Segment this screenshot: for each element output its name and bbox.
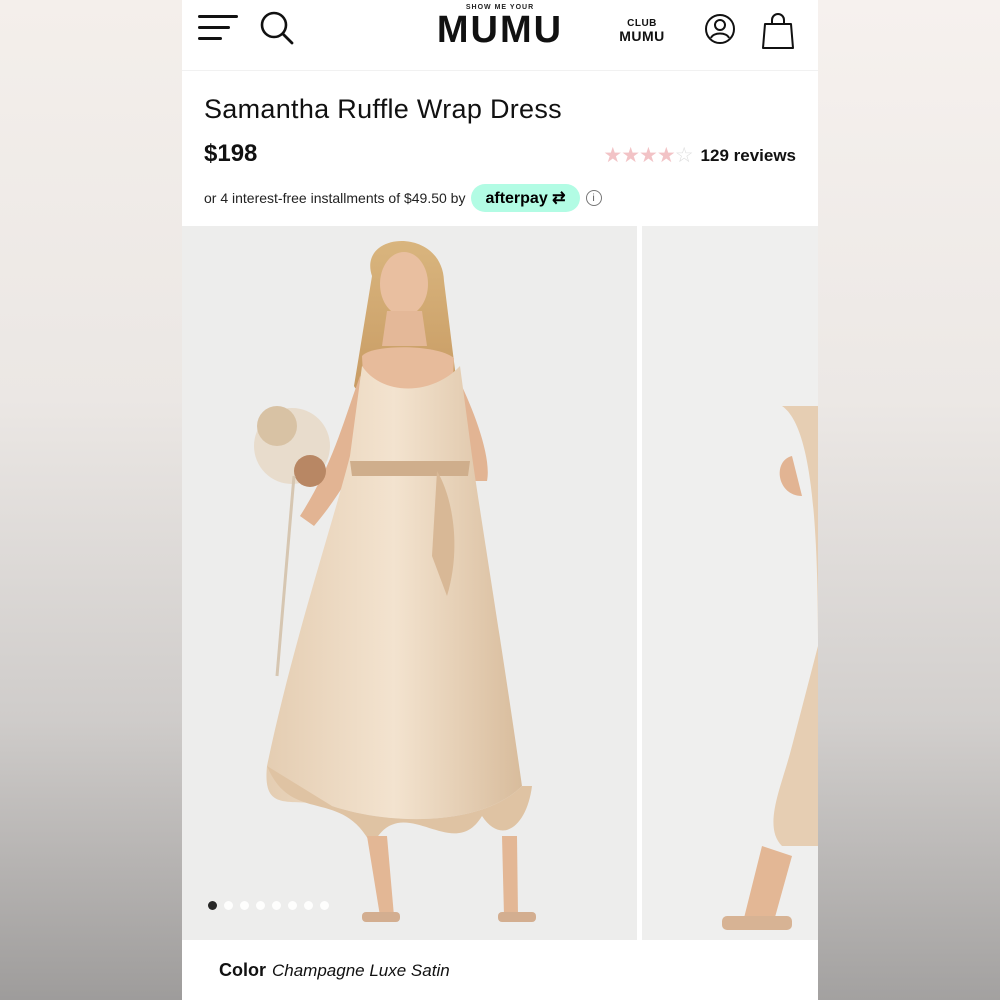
model-illustration <box>254 241 536 922</box>
phone-screen: SHOW ME YOUR MUMU CLUB MUMU Samantha Ruf… <box>182 0 818 1000</box>
installments-row: or 4 interest-free installments of $49.5… <box>204 184 602 212</box>
bag-icon[interactable] <box>762 12 794 50</box>
star-empty-icon: ☆ <box>674 144 694 167</box>
star-icon: ★ <box>621 144 640 167</box>
afterpay-label: afterpay <box>485 190 548 207</box>
star-icon: ★ <box>639 144 658 167</box>
product-image-next[interactable] <box>642 226 818 940</box>
afterpay-arrows-icon: ⇄ <box>547 190 566 207</box>
info-icon[interactable]: i <box>585 190 602 206</box>
product-title: Samantha Ruffle Wrap Dress <box>204 94 562 124</box>
background-left <box>0 0 182 1000</box>
carousel-dot[interactable] <box>304 901 313 910</box>
carousel-dot[interactable] <box>224 901 233 910</box>
reviews-link[interactable]: 129 reviews <box>701 146 796 166</box>
carousel-dot[interactable] <box>208 901 217 910</box>
carousel-dot[interactable] <box>240 901 249 910</box>
carousel-dot[interactable] <box>288 901 297 910</box>
menu-icon[interactable] <box>198 13 240 45</box>
carousel-dot[interactable] <box>272 901 281 910</box>
carousel-dot[interactable] <box>256 901 265 910</box>
background-right <box>818 0 1000 1000</box>
brand-logo[interactable]: SHOW ME YOUR MUMU <box>432 4 568 49</box>
image-gallery[interactable] <box>182 226 818 940</box>
color-label: Color <box>219 960 266 980</box>
product-price: $198 <box>204 140 258 167</box>
color-selector: Color Champagne Luxe Satin <box>219 960 450 981</box>
account-icon[interactable] <box>704 13 736 45</box>
afterpay-badge[interactable]: afterpay ⇄ <box>471 184 580 212</box>
star-icon: ★ <box>603 144 622 167</box>
carousel-dot[interactable] <box>320 901 329 910</box>
rating-summary[interactable]: ★★★★☆ 129 reviews <box>603 143 796 168</box>
club-mumu-link[interactable]: CLUB MUMU <box>616 17 668 43</box>
logo-wordmark: MUMU <box>436 9 564 51</box>
star-icon: ★ <box>656 144 676 167</box>
carousel-dots[interactable] <box>208 901 329 910</box>
star-rating: ★★★★☆ <box>603 143 694 168</box>
installments-text: or 4 interest-free installments of $49.5… <box>204 190 466 206</box>
color-value: Champagne Luxe Satin <box>272 961 450 980</box>
search-icon[interactable] <box>258 9 296 47</box>
product-image-main[interactable] <box>182 226 637 940</box>
model-illustration-partial <box>722 406 818 930</box>
club-brand: MUMU <box>619 28 665 44</box>
header: SHOW ME YOUR MUMU CLUB MUMU <box>182 0 818 71</box>
